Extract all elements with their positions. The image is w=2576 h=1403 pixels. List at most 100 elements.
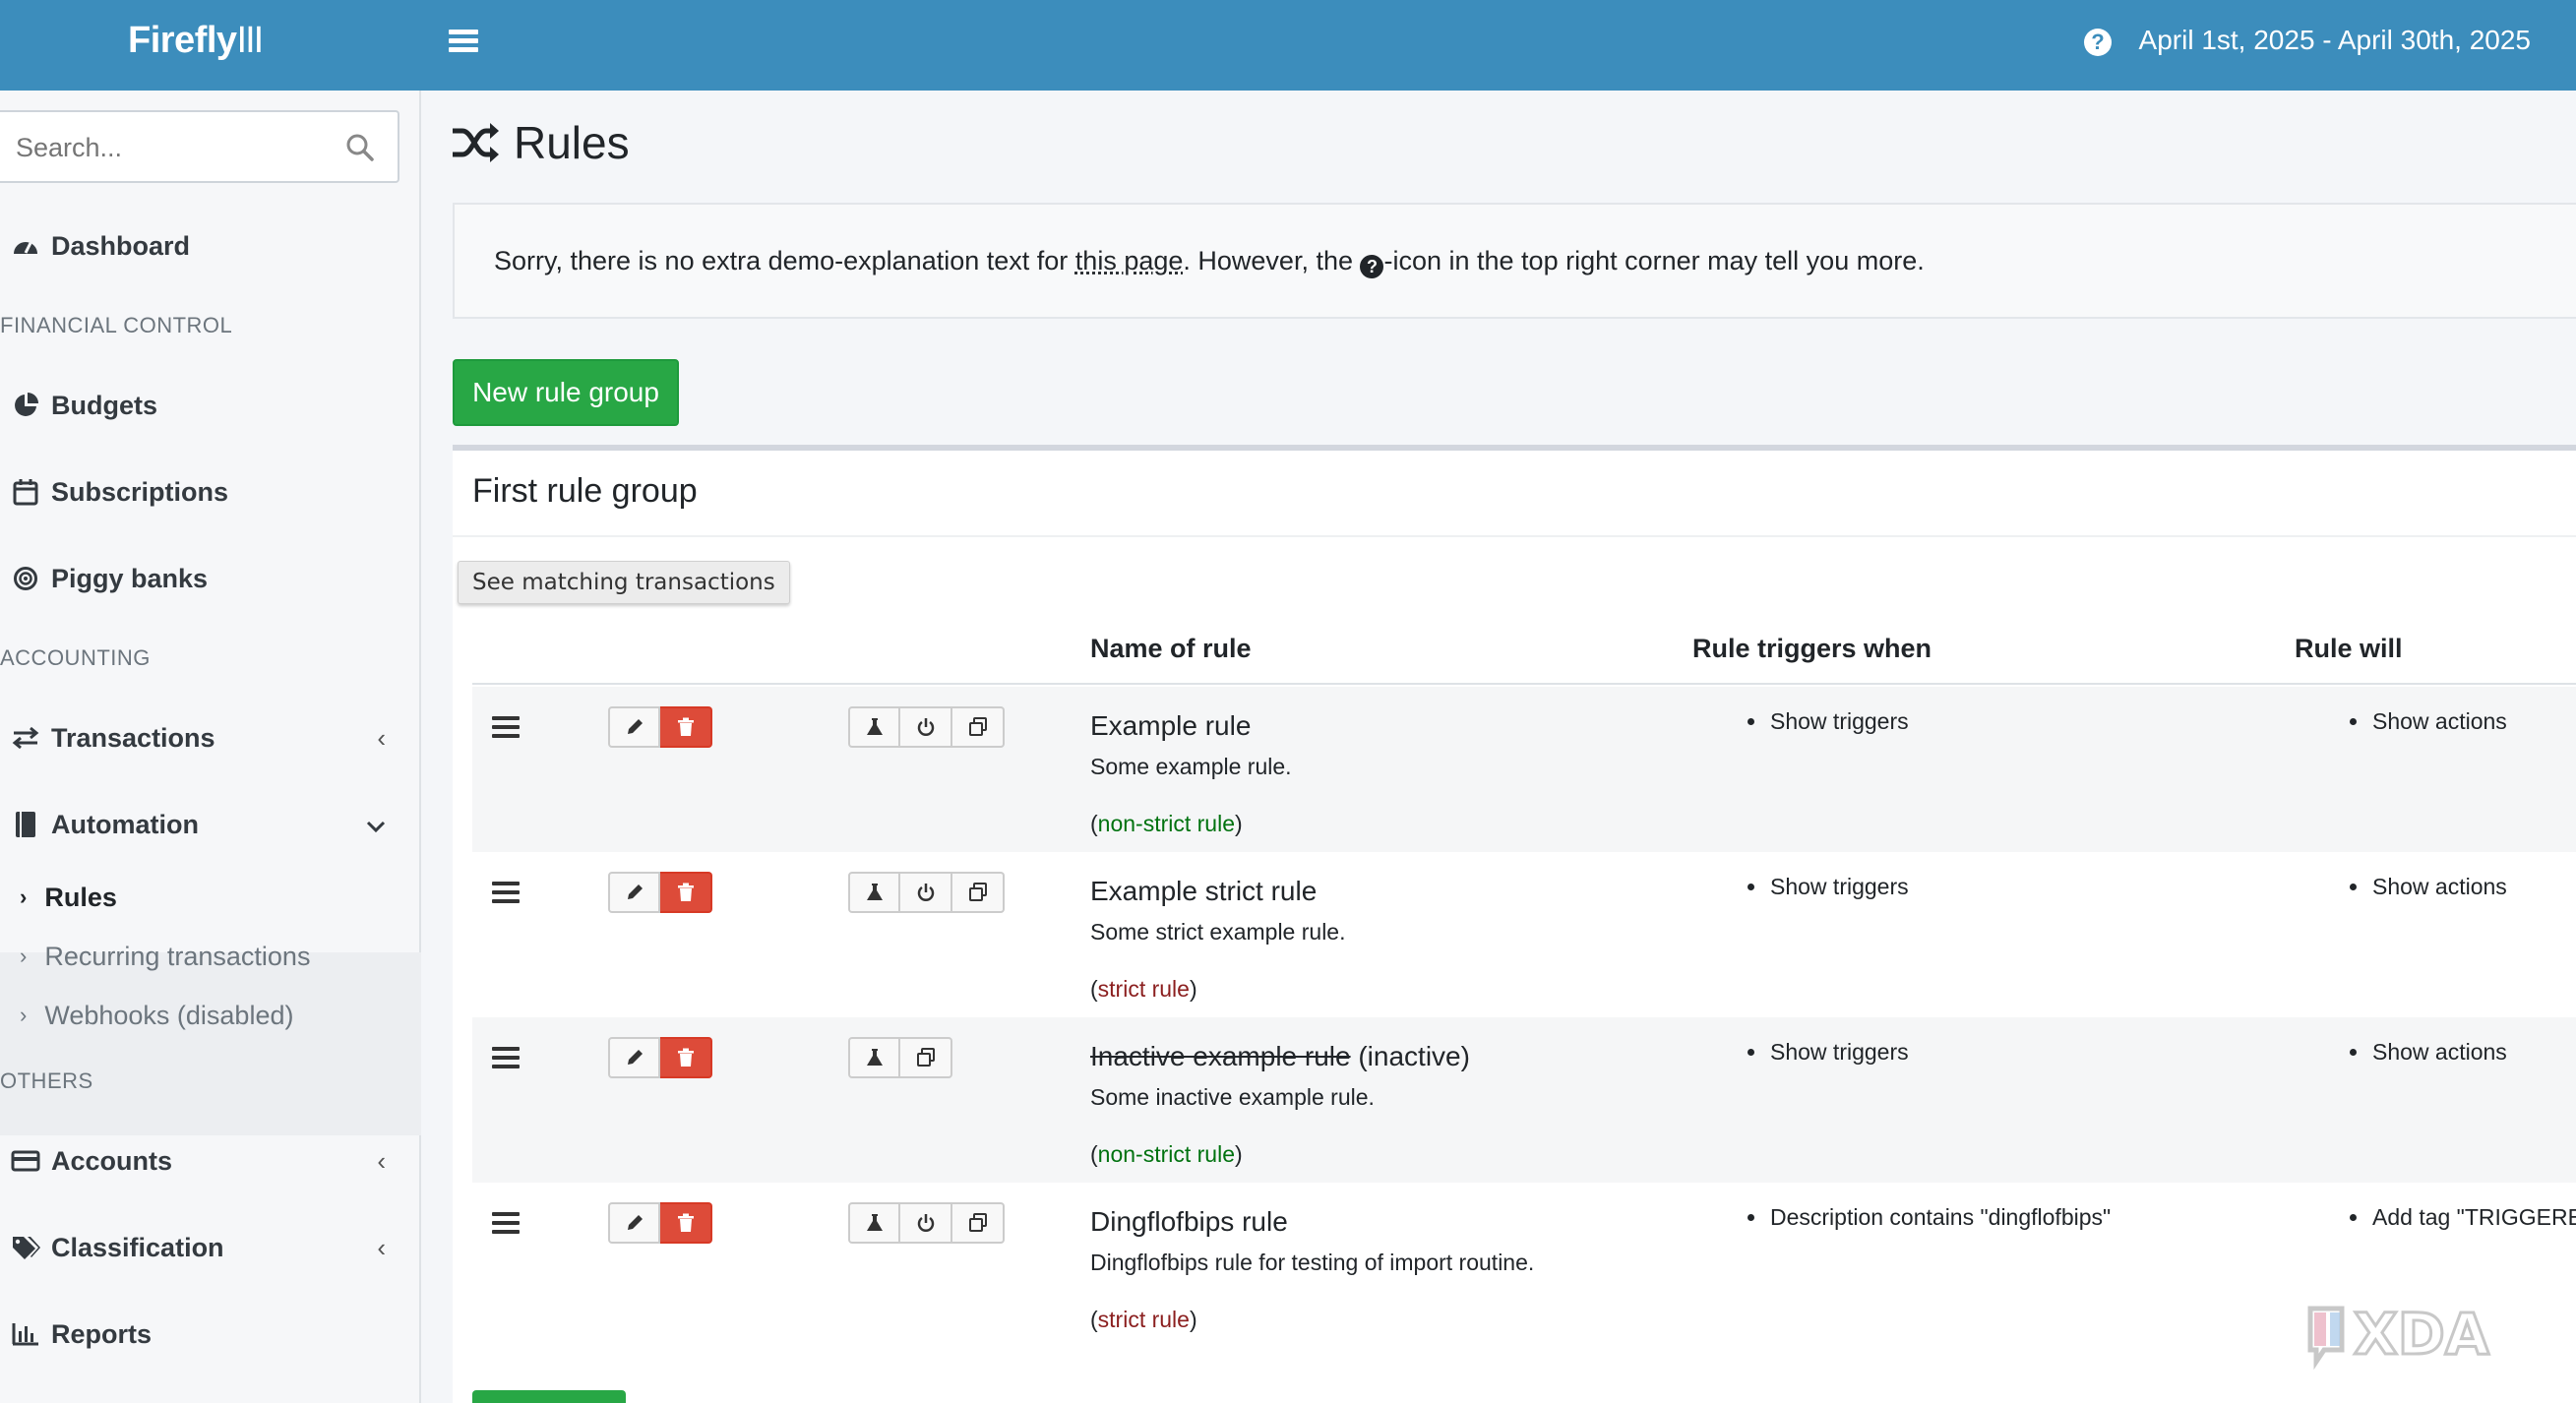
rule-description: Dingflofbips rule for testing of import … bbox=[1090, 1250, 1535, 1275]
svg-text:XDA: XDA bbox=[2354, 1301, 2489, 1368]
action-description: Add tag "TRIGGERED bbox=[2350, 1204, 2576, 1231]
book-icon bbox=[8, 811, 43, 838]
show-triggers-link[interactable]: Show triggers bbox=[1748, 874, 1909, 900]
duplicate-rule-button[interactable] bbox=[900, 1037, 952, 1078]
sidebar-item-dashboard[interactable]: Dashboard bbox=[0, 216, 421, 275]
delete-rule-button[interactable] bbox=[660, 1037, 712, 1078]
delete-rule-button[interactable] bbox=[660, 706, 712, 748]
edit-rule-button[interactable] bbox=[608, 1202, 660, 1244]
tags-icon bbox=[8, 1235, 43, 1260]
edit-rule-button[interactable] bbox=[608, 1037, 660, 1078]
pencil-icon bbox=[627, 1050, 643, 1065]
power-icon bbox=[917, 884, 934, 901]
sidebar-item-piggy-banks[interactable]: Piggy banks bbox=[0, 549, 421, 608]
pencil-icon bbox=[627, 884, 643, 899]
brand-logo[interactable]: FireflyIII bbox=[128, 20, 264, 62]
bar-chart-icon bbox=[8, 1322, 43, 1346]
show-actions-link[interactable]: Show actions bbox=[2350, 708, 2507, 735]
search-icon[interactable] bbox=[344, 132, 376, 163]
table-header-divider bbox=[472, 683, 2576, 685]
divider bbox=[453, 535, 2576, 537]
sidebar-item-reports[interactable]: Reports bbox=[0, 1305, 421, 1364]
toggle-rule-button[interactable] bbox=[900, 872, 952, 913]
test-rule-button[interactable] bbox=[848, 706, 900, 748]
sidebar-toggle-icon[interactable] bbox=[449, 26, 478, 59]
drag-handle-icon[interactable] bbox=[492, 1047, 520, 1070]
shuffle-icon bbox=[453, 123, 499, 162]
show-triggers-link[interactable]: Show triggers bbox=[1748, 708, 1909, 735]
help-icon[interactable]: ? bbox=[2084, 29, 2112, 56]
drag-handle-icon[interactable] bbox=[492, 716, 520, 740]
sidebar-item-budgets[interactable]: Budgets bbox=[0, 376, 421, 435]
pie-chart-icon bbox=[8, 393, 43, 418]
toggle-rule-button[interactable] bbox=[900, 1202, 952, 1244]
delete-rule-button[interactable] bbox=[660, 872, 712, 913]
chevron-left-icon: ‹ bbox=[377, 1145, 386, 1176]
duplicate-rule-button[interactable] bbox=[952, 706, 1005, 748]
target-icon bbox=[8, 566, 43, 591]
page-title: Rules bbox=[451, 116, 630, 169]
rule-name-link[interactable]: Example strict rule bbox=[1090, 876, 1317, 907]
rule-strictness: (non-strict rule) bbox=[1090, 811, 1243, 836]
copy-icon bbox=[968, 1213, 987, 1232]
power-icon bbox=[917, 1214, 934, 1232]
delete-rule-button[interactable] bbox=[660, 1202, 712, 1244]
sidebar-item-automation[interactable]: Automation bbox=[0, 795, 421, 854]
sidebar: Dashboard FINANCIAL CONTROL Budgets Subs… bbox=[0, 91, 421, 1403]
callout-text: Sorry, there is no extra demo-explanatio… bbox=[494, 246, 1925, 278]
trash-icon bbox=[677, 1048, 694, 1067]
sidebar-item-rules[interactable]: › Rules bbox=[0, 870, 421, 925]
show-actions-link[interactable]: Show actions bbox=[2350, 874, 2507, 900]
edit-rule-button[interactable] bbox=[608, 706, 660, 748]
sidebar-item-accounts[interactable]: Accounts ‹ bbox=[0, 1131, 421, 1190]
this-page-link[interactable]: this page bbox=[1075, 246, 1184, 275]
watermark-logo: XDA bbox=[2302, 1297, 2548, 1375]
rule-name-link[interactable]: Inactive example rule (inactive) bbox=[1090, 1041, 1470, 1072]
exchange-icon bbox=[8, 726, 43, 750]
sidebar-item-transactions[interactable]: Transactions ‹ bbox=[0, 708, 421, 767]
duplicate-rule-button[interactable] bbox=[952, 872, 1005, 913]
sidebar-item-classification[interactable]: Classification ‹ bbox=[0, 1218, 421, 1277]
column-header-triggers: Rule triggers when bbox=[1692, 634, 1932, 663]
rule-name-link[interactable]: Dingflofbips rule bbox=[1090, 1206, 1288, 1238]
date-range-picker[interactable]: April 1st, 2025 - April 30th, 2025 bbox=[2139, 25, 2531, 56]
table-row: Example rule Some example rule. (non-str… bbox=[472, 687, 2576, 852]
test-rule-button[interactable] bbox=[848, 1202, 900, 1244]
toggle-rule-button[interactable] bbox=[900, 706, 952, 748]
flask-icon bbox=[866, 884, 883, 900]
chevron-left-icon: ‹ bbox=[377, 1232, 386, 1262]
trash-icon bbox=[677, 717, 694, 736]
trash-icon bbox=[677, 1213, 694, 1232]
column-header-name: Name of rule bbox=[1090, 634, 1252, 663]
copy-icon bbox=[968, 883, 987, 901]
xda-logo: XDA bbox=[2307, 1300, 2490, 1371]
test-rule-button[interactable] bbox=[848, 1037, 900, 1078]
show-triggers-link[interactable]: Show triggers bbox=[1748, 1039, 1909, 1066]
search-box bbox=[0, 110, 399, 183]
table-row: Example strict rule Some strict example … bbox=[472, 852, 2576, 1017]
flask-icon bbox=[866, 1049, 883, 1066]
section-header-accounting: ACCOUNTING bbox=[0, 645, 151, 670]
rule-group-card: First rule group See matching transactio… bbox=[453, 445, 2576, 1403]
show-actions-link[interactable]: Show actions bbox=[2350, 1039, 2507, 1066]
trigger-description: Description contains "dingflofbips" bbox=[1748, 1204, 2111, 1231]
drag-handle-icon[interactable] bbox=[492, 1212, 520, 1236]
rule-description: Some strict example rule. bbox=[1090, 919, 1346, 945]
see-matching-transactions-button[interactable]: See matching transactions bbox=[458, 561, 790, 604]
info-callout: Sorry, there is no extra demo-explanatio… bbox=[453, 203, 2576, 319]
sidebar-item-webhooks[interactable]: › Webhooks (disabled) bbox=[0, 988, 421, 1043]
new-rule-group-button[interactable]: New rule group bbox=[453, 359, 679, 426]
edit-rule-button[interactable] bbox=[608, 872, 660, 913]
sidebar-item-recurring-transactions[interactable]: › Recurring transactions bbox=[0, 929, 421, 984]
duplicate-rule-button[interactable] bbox=[952, 1202, 1005, 1244]
trash-icon bbox=[677, 883, 694, 901]
sidebar-item-subscriptions[interactable]: Subscriptions bbox=[0, 462, 421, 521]
rule-name-link[interactable]: Example rule bbox=[1090, 710, 1251, 742]
drag-handle-icon[interactable] bbox=[492, 882, 520, 905]
test-rule-button[interactable] bbox=[848, 872, 900, 913]
chevron-down-icon bbox=[366, 810, 386, 840]
new-rule-button[interactable] bbox=[472, 1390, 626, 1403]
question-circle-icon: ? bbox=[1360, 255, 1384, 278]
search-input[interactable] bbox=[16, 126, 311, 169]
copy-icon bbox=[968, 717, 987, 736]
